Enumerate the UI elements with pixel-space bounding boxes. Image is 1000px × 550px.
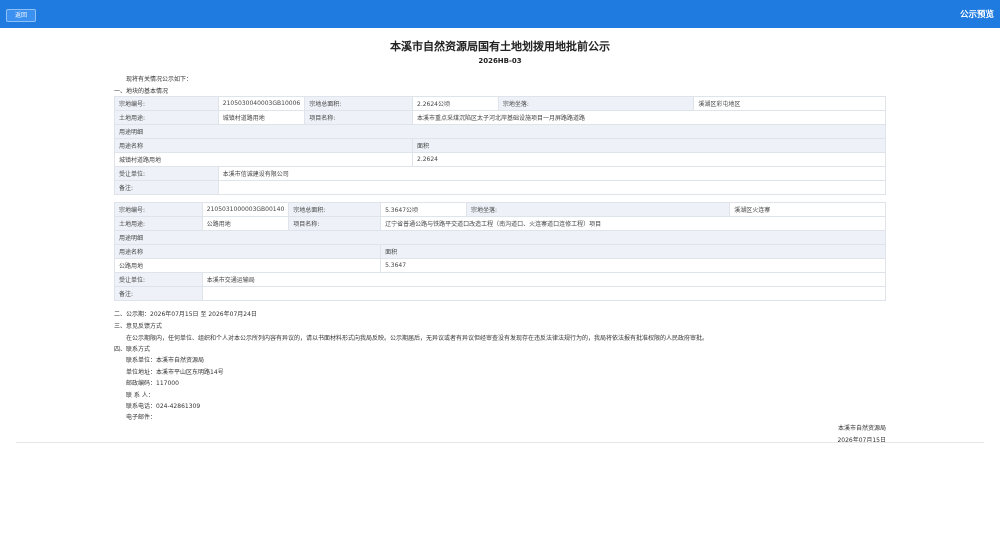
cell-label: 受让单位: — [114, 272, 203, 287]
divider — [16, 442, 984, 443]
detail-area: 2.2624 — [412, 152, 886, 167]
total-area: 5.3647公顷 — [380, 202, 467, 217]
contact-line: 联 系 人： — [126, 392, 154, 399]
page-mode-title: 公示预览 — [959, 10, 994, 20]
parcel-number: 2105030040003GB10006 — [217, 96, 306, 111]
cell-label: 宗地总面积: — [288, 202, 382, 217]
land-use: 公路用地 — [201, 216, 290, 231]
section-heading: 三、意见反馈方式 — [114, 323, 163, 330]
contact-line: 单位地址：本溪市平山区东明路14号 — [126, 369, 224, 376]
cell-label: 备注: — [114, 286, 203, 301]
cell-label: 宗地编号: — [114, 96, 219, 111]
cell-label: 土地用途: — [114, 110, 219, 125]
remarks — [217, 180, 887, 195]
remarks — [201, 286, 887, 301]
use-detail-header: 用途明细 — [114, 124, 886, 139]
use-name-header: 用途名称 — [113, 244, 382, 259]
transferee: 本溪市信诚建设有限公司 — [217, 166, 887, 181]
transferee: 本溪市交通运输局 — [201, 272, 887, 287]
top-bar: 返回 公示预览 — [0, 0, 1000, 28]
cell-label: 项目名称: — [304, 110, 413, 125]
total-area: 2.2624公顷 — [412, 96, 499, 111]
publicity-period: 二、公示期：2026年07月15日 至 2026年07月24日 — [114, 311, 257, 318]
section-heading: 四、联系方式 — [114, 346, 151, 353]
contact-line: 联系电话：024-42861309 — [126, 403, 201, 410]
document-number: 2026HB-03 — [478, 57, 522, 65]
cell-label: 宗地编号: — [114, 202, 203, 217]
parcel-number: 2105031000003GB00140 — [201, 202, 290, 217]
intro-text: 现将有关情况公示如下： — [126, 76, 193, 83]
use-detail-header: 用途明细 — [114, 230, 886, 245]
project-name: 辽宁省普通公路与铁路平交道口改造工程（南沟道口、火连寨道口连修工程）项目 — [380, 216, 886, 231]
signature-org: 本溪市自然资源局 — [837, 425, 886, 432]
cell-label: 土地用途: — [114, 216, 203, 231]
cell-label: 宗地坐落: — [497, 96, 695, 111]
detail-area: 5.3647 — [380, 258, 886, 273]
detail-use-name: 城镇村道路用地 — [114, 152, 413, 167]
cell-label: 受让单位: — [114, 166, 219, 181]
land-use: 城镇村道路用地 — [217, 110, 306, 125]
contact-line: 联系单位：本溪市自然资源局 — [126, 357, 205, 364]
project-name: 本溪市重点采煤沉陷区太子河北岸基础设施项目一月屏路路道路 — [412, 110, 886, 125]
location: 溪湖区彩屯地区 — [693, 96, 886, 111]
parcel-table-1: 宗地编号: 2105030040003GB10006 宗地总面积: 2.2624… — [114, 96, 887, 195]
parcel-table-2: 宗地编号: 2105031000003GB00140 宗地总面积: 5.3647… — [113, 202, 887, 301]
area-header: 面积 — [380, 244, 886, 259]
feedback-text: 在公示期限内，任何单位、组织和个人对本公示所列内容有异议的，请以书面材料形式向我… — [126, 335, 709, 342]
cell-label: 宗地总面积: — [304, 96, 413, 111]
area-header: 面积 — [412, 138, 886, 153]
detail-use-name: 公路用地 — [113, 258, 382, 273]
document-title: 本溪市自然资源局国有土地划拨用地批前公示 — [390, 40, 610, 53]
cell-label: 项目名称: — [288, 216, 382, 231]
contact-line: 邮政编码：117000 — [126, 380, 179, 387]
back-button[interactable]: 返回 — [6, 9, 37, 22]
location: 溪湖区火连寨 — [729, 202, 886, 217]
cell-label: 宗地坐落: — [465, 202, 731, 217]
contact-line: 电子邮件： — [126, 414, 157, 421]
cell-label: 备注: — [114, 180, 219, 195]
use-name-header: 用途名称 — [114, 138, 413, 153]
section-heading: 一、地块的基本情况 — [114, 88, 169, 95]
